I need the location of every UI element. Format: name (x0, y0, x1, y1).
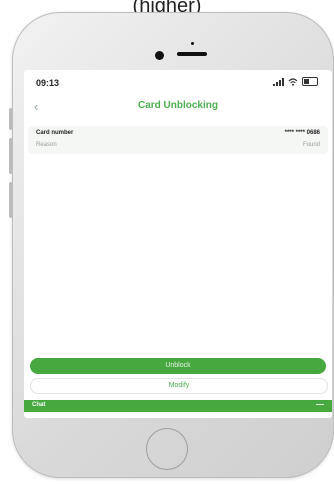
side-button (9, 138, 13, 174)
battery-icon (302, 77, 318, 86)
detail-value: **** **** 0686 (284, 130, 320, 136)
app-screen: 09:13 ‹ Card Unblocking Card number ****… (24, 70, 332, 418)
side-button (9, 182, 13, 218)
home-button[interactable] (146, 428, 188, 470)
front-camera (155, 51, 164, 60)
chat-bar[interactable]: Chat — (24, 400, 332, 412)
detail-label: Reason (36, 142, 57, 148)
unblock-button[interactable]: Unblock (30, 358, 326, 374)
sensor-dot (191, 42, 194, 45)
detail-value: Found (302, 142, 320, 148)
modify-button[interactable]: Modify (30, 378, 328, 394)
detail-label: Card number (36, 130, 74, 136)
earpiece-speaker (177, 52, 207, 56)
wifi-icon (288, 77, 298, 86)
chat-label: Chat (32, 402, 46, 408)
page-title: Card Unblocking (137, 100, 218, 111)
status-time: 09:13 (36, 78, 60, 88)
status-icons (273, 77, 318, 86)
nav-bar: ‹ Card Unblocking (24, 96, 332, 118)
minimize-icon[interactable]: — (316, 400, 324, 409)
card-details-panel: Card number **** **** 0686 Reason Found (28, 126, 328, 154)
signal-icon (273, 77, 284, 86)
status-bar: 09:13 (24, 70, 332, 96)
side-button (9, 108, 13, 130)
